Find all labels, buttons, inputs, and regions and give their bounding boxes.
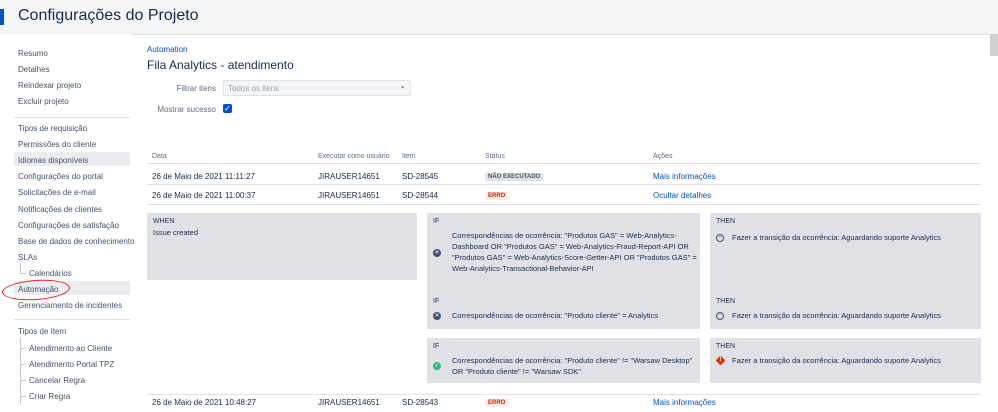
table-divider	[147, 394, 981, 395]
tree-line	[20, 273, 26, 274]
column-header-usuario: Executar como usuário	[318, 153, 390, 160]
warning-icon: !	[715, 355, 726, 366]
more-info-link[interactable]: Mais informações	[653, 172, 716, 181]
row-item: SD-28543	[402, 398, 439, 407]
if-text: Correspondências de ocorrência: "Produto…	[452, 311, 659, 320]
chevron-down-icon: ⌄	[399, 81, 406, 90]
when-panel: WHEN Issue created	[147, 213, 417, 280]
sidebar-divider	[14, 319, 130, 320]
sidebar-item-reindexar[interactable]: Reindexar projeto	[18, 81, 81, 91]
sidebar-item-calendarios[interactable]: Calendários	[29, 269, 72, 279]
sidebar-item-portal[interactable]: Configurações do portal	[18, 172, 103, 182]
if-panel: IF ✓ Correspondências de ocorrência: "Pr…	[427, 338, 700, 383]
column-header-data: Data	[152, 153, 167, 160]
row-date: 26 de Maio de 2021 11:00:37	[152, 191, 256, 200]
row-date: 26 de Maio de 2021 11:11:27	[152, 172, 255, 181]
filter-value: Todos os itens	[228, 84, 280, 93]
column-header-acoes: Ações	[653, 153, 673, 160]
tree-line	[20, 364, 26, 365]
tree-line	[20, 263, 21, 273]
then-panel: THEN ! Fazer a transição da ocorrência: …	[710, 338, 981, 383]
if-text: Correspondências de ocorrência: "Produto…	[452, 356, 693, 376]
row-user: JIRAUSER14651	[318, 191, 380, 200]
row-date: 26 de Maio de 2021 10:48:27	[152, 398, 257, 407]
x-circle-icon: ✕	[433, 312, 441, 320]
when-text: Issue created	[153, 228, 199, 237]
then-label: THEN	[716, 218, 736, 225]
if-panel: IF ✕ Correspondências de ocorrência: "Pr…	[427, 293, 700, 329]
page-heading: Fila Analytics - atendimento	[147, 58, 294, 72]
success-checkbox[interactable]: ✓	[223, 104, 232, 113]
sidebar-item-satisfacao[interactable]: Configurações de satisfação	[18, 221, 119, 231]
tree-line	[20, 396, 26, 397]
sidebar-item-tipos-item[interactable]: Tipos de Item	[18, 327, 66, 337]
then-label: THEN	[716, 343, 736, 350]
if-label: IF	[433, 343, 440, 350]
app-logo-icon[interactable]	[0, 9, 4, 25]
status-badge: NÃO EXECUTADO	[485, 173, 544, 181]
sidebar-item-slas[interactable]: SLAs	[18, 253, 37, 263]
if-text: Correspondências de ocorrência: "Produto…	[452, 231, 697, 273]
filter-select[interactable]: Todos os itens ⌄	[223, 80, 411, 96]
then-label: THEN	[716, 298, 736, 305]
when-label: WHEN	[153, 218, 175, 225]
sidebar-item-permissoes[interactable]: Permissões do cliente	[18, 140, 96, 150]
row-user: JIRAUSER14651	[318, 398, 380, 407]
then-text: Fazer a transição da ocorrência: Aguarda…	[732, 356, 941, 365]
sidebar-divider	[14, 117, 130, 118]
sidebar-item-conhecimento[interactable]: Base de dados de conhecimento	[18, 237, 135, 247]
page-header: Configurações do Projeto	[0, 0, 998, 35]
table-divider	[147, 163, 981, 164]
page-title: Configurações do Projeto	[18, 7, 199, 24]
sidebar-item-detalhes[interactable]: Detalhes	[18, 65, 50, 75]
more-info-link[interactable]: Mais informações	[653, 398, 716, 407]
minus-circle-icon: –	[716, 312, 724, 320]
status-badge: ERRO	[485, 192, 509, 200]
sidebar-item-tipos-requisicao[interactable]: Tipos de requisição	[18, 124, 87, 134]
sidebar-item-excluir[interactable]: Excluir projeto	[18, 97, 69, 107]
status-badge: ERRO	[485, 399, 509, 407]
row-item: SD-28545	[402, 172, 439, 181]
tree-line	[20, 380, 26, 381]
row-item: SD-28544	[402, 191, 439, 200]
tree-line	[20, 348, 26, 349]
breadcrumb[interactable]: Automation	[147, 45, 187, 54]
success-label: Mostrar sucesso	[157, 105, 216, 114]
column-header-status: Status	[485, 153, 505, 160]
filter-label: Filtrar itens	[176, 84, 216, 93]
sidebar-item-atendimento-cliente[interactable]: Atendimento ao Cliente	[29, 344, 112, 354]
minus-circle-icon: –	[716, 234, 724, 242]
sidebar-item-resumo[interactable]: Resumo	[18, 49, 48, 59]
then-panel: THEN – Fazer a transição da ocorrência: …	[710, 293, 981, 329]
if-label: IF	[433, 218, 440, 225]
sidebar-item-atendimento-tpz[interactable]: Atendimento Portal TPZ	[29, 360, 114, 370]
sidebar: Resumo Detalhes Reindexar projeto Exclui…	[0, 34, 135, 412]
hide-details-link[interactable]: Ocultar detalhes	[653, 191, 711, 200]
sidebar-item-criar-regra[interactable]: Criar Regra	[29, 392, 70, 402]
row-user: JIRAUSER14651	[318, 172, 380, 181]
sidebar-item-notificacoes[interactable]: Notificações de clientes	[18, 205, 102, 215]
then-text: Fazer a transição da ocorrência: Aguarda…	[732, 233, 941, 242]
table-divider	[147, 184, 981, 185]
table-divider	[147, 204, 981, 205]
sidebar-item-incidentes[interactable]: Gerenciamento de incidentes	[18, 301, 122, 311]
sidebar-item-idiomas[interactable]: Idiomas disponíveis	[18, 156, 88, 166]
x-circle-icon: ✕	[433, 249, 441, 257]
main-content: Automation Fila Analytics - atendimento …	[131, 34, 998, 412]
check-circle-icon: ✓	[433, 362, 441, 370]
column-header-item: Item	[402, 153, 416, 160]
sidebar-item-cancelar-regra[interactable]: Cancelar Regra	[29, 376, 85, 386]
sidebar-item-email[interactable]: Solicitações de e-mail	[18, 188, 96, 198]
if-label: IF	[433, 298, 440, 305]
then-text: Fazer a transição da ocorrência: Aguarda…	[732, 311, 941, 320]
